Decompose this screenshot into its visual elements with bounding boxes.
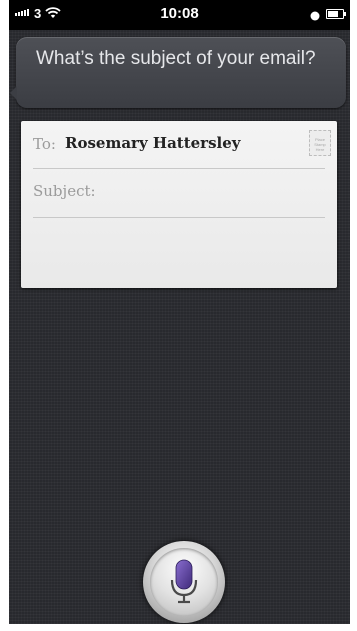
to-label: To: bbox=[33, 135, 56, 153]
siri-screen: 3 10:08 What’s the subject of your email… bbox=[9, 0, 350, 624]
microphone-icon bbox=[170, 559, 198, 604]
subject-row[interactable]: Subject: bbox=[21, 169, 337, 217]
mic-button-face bbox=[150, 548, 218, 616]
siri-mic-button[interactable] bbox=[143, 541, 225, 623]
email-body[interactable] bbox=[21, 218, 337, 288]
status-bar: 3 10:08 bbox=[9, 0, 350, 30]
subject-label: Subject: bbox=[33, 182, 96, 200]
recipient-name[interactable]: Rosemary Hattersley bbox=[65, 134, 241, 152]
battery-fill bbox=[328, 11, 338, 17]
phone-frame: 3 10:08 What’s the subject of your email… bbox=[0, 0, 357, 631]
stamp-icon: Place Stamp Here bbox=[309, 130, 331, 156]
siri-response-bubble: What’s the subject of your email? bbox=[10, 37, 346, 108]
to-row[interactable]: To: Rosemary Hattersley Place Stamp Here bbox=[21, 121, 337, 168]
battery-icon bbox=[326, 9, 346, 19]
clock: 10:08 bbox=[160, 5, 199, 22]
alarm-icon bbox=[310, 8, 320, 26]
siri-prompt: What’s the subject of your email? bbox=[36, 48, 316, 69]
email-card[interactable]: To: Rosemary Hattersley Place Stamp Here… bbox=[21, 121, 337, 288]
